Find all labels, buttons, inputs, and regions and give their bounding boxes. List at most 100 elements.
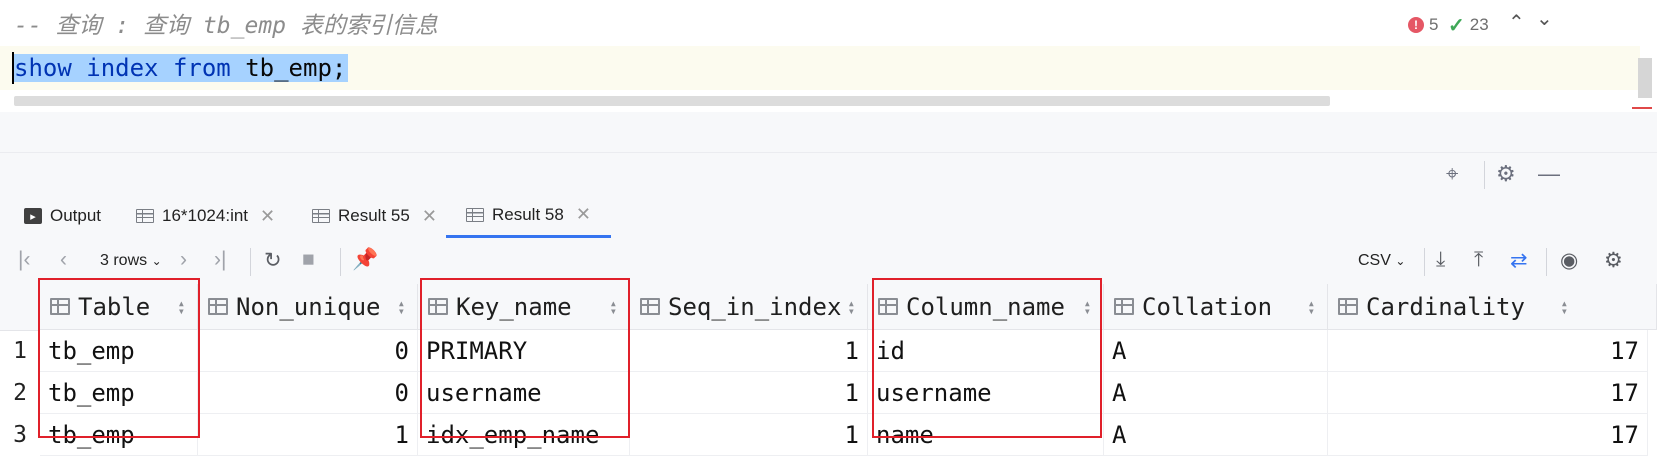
table-cell[interactable]: tb_emp	[40, 330, 198, 372]
table-cell[interactable]: idx_emp_name	[418, 414, 630, 456]
sql-editor[interactable]: -- 查询 : 查询 tb_emp 表的索引信息 show index from…	[0, 0, 1657, 112]
column-header-column-name[interactable]: Column_name ▴ ▾	[868, 284, 1104, 330]
tab-result-55[interactable]: Result 55 ✕	[312, 194, 437, 238]
previous-page-icon[interactable]: ‹	[60, 248, 67, 272]
table-cell[interactable]: 1	[630, 414, 868, 456]
column-header-non-unique[interactable]: Non_unique ▴ ▾	[198, 284, 418, 330]
sort-icon[interactable]: ▴ ▾	[1561, 297, 1568, 317]
gear-icon[interactable]: ⚙	[1496, 161, 1516, 187]
first-page-icon[interactable]: |‹	[18, 248, 30, 272]
column-header-label: Table	[78, 292, 151, 321]
column-header-seq-in-index[interactable]: Seq_in_index ▴ ▾	[630, 284, 868, 330]
warning-count: 23	[1469, 15, 1489, 34]
export-format-label: CSV	[1358, 252, 1391, 269]
table-icon	[136, 209, 154, 223]
table-cell[interactable]: 0	[198, 372, 418, 414]
pin-icon[interactable]: 📌	[352, 248, 378, 272]
table-cell[interactable]: username	[418, 372, 630, 414]
settings-gear-icon[interactable]: ⚙	[1604, 248, 1623, 273]
sort-icon[interactable]: ▴ ▾	[610, 297, 617, 317]
tab-output[interactable]: ▸ Output	[24, 194, 101, 238]
column-header-collation[interactable]: Collation ▴ ▾	[1104, 284, 1328, 330]
error-stripe-mark[interactable]	[1632, 107, 1652, 109]
result-grid: Table ▴ ▾ Non_unique ▴ ▾ Key_name ▴ ▾ Seq_in_i…	[0, 278, 1657, 472]
table-cell[interactable]: 0	[198, 330, 418, 372]
export-format-dropdown[interactable]: CSV ⌄	[1358, 252, 1405, 270]
table-cell[interactable]: tb_emp	[40, 372, 198, 414]
tab-16x1024-int[interactable]: 16*1024:int ✕	[136, 194, 275, 238]
rows-count-dropdown[interactable]: 3 rows ⌄	[100, 252, 162, 270]
refresh-icon[interactable]: ↻	[264, 248, 282, 273]
compare-icon[interactable]: ⇄	[1510, 248, 1528, 273]
column-header-label: Column_name	[906, 292, 1065, 321]
sort-icon[interactable]: ▴ ▾	[848, 297, 855, 317]
services-toolbar: ⌖ ⚙ —	[0, 152, 1657, 195]
table-cell[interactable]: A	[1104, 372, 1328, 414]
table-cell[interactable]: 17	[1328, 414, 1648, 456]
table-cell[interactable]: id	[868, 330, 1104, 372]
table-cell[interactable]: 17	[1328, 330, 1648, 372]
table-cell[interactable]: 17	[1328, 372, 1648, 414]
table-cell[interactable]: A	[1104, 414, 1328, 456]
sort-icon[interactable]: ▴ ▾	[398, 297, 405, 317]
tab-label: Result 58	[492, 204, 564, 224]
table-cell[interactable]: username	[868, 372, 1104, 414]
table-cell[interactable]: PRIMARY	[418, 330, 630, 372]
keyword-index: index	[86, 54, 159, 82]
table-cell[interactable]: name	[868, 414, 1104, 456]
error-indicator[interactable]: ! 5	[1408, 12, 1438, 38]
grid-toolbar: |‹ ‹ 3 rows ⌄ › ›| ↻ ■ 📌 CSV ⌄ ⤓ ⤒ ⇄ ◉ ⚙	[0, 238, 1657, 285]
panel-divider[interactable]	[0, 112, 1657, 152]
error-count: 5	[1429, 15, 1439, 34]
sort-icon[interactable]: ▴ ▾	[1308, 297, 1315, 317]
column-header-label: Non_unique	[236, 292, 381, 321]
row-number-header	[0, 284, 40, 331]
vertical-scrollbar[interactable]	[1638, 58, 1652, 98]
last-page-icon[interactable]: ›|	[214, 248, 226, 272]
upload-icon[interactable]: ⤒	[1474, 248, 1483, 272]
column-header-label: Key_name	[456, 292, 572, 321]
table-cell[interactable]: 1	[630, 330, 868, 372]
warning-indicator[interactable]: ✓ 23	[1448, 12, 1489, 38]
sql-comment: -- 查询 : 查询 tb_emp 表的索引信息	[14, 13, 438, 39]
rows-count-label: 3 rows	[100, 252, 148, 269]
table-cell[interactable]: A	[1104, 330, 1328, 372]
next-highlight-chevron-down-icon[interactable]: ⌄	[1536, 6, 1553, 31]
check-icon: ✓	[1448, 14, 1465, 37]
tab-result-58[interactable]: Result 58 ✕	[446, 194, 611, 238]
table-cell[interactable]: 1	[630, 372, 868, 414]
stop-icon[interactable]: ■	[302, 248, 315, 272]
row-number: 3	[13, 422, 27, 448]
column-header-table[interactable]: Table ▴ ▾	[40, 284, 198, 330]
column-icon	[428, 298, 448, 315]
close-icon[interactable]: ✕	[422, 206, 437, 227]
table-cell[interactable]: tb_emp	[40, 414, 198, 456]
sort-icon[interactable]: ▴ ▾	[1084, 297, 1091, 317]
result-tabs: ▸ Output 16*1024:int ✕ Result 55 ✕ Resul…	[0, 194, 1657, 239]
column-header-cardinality[interactable]: Cardinality ▴ ▾	[1328, 284, 1657, 330]
keyword-from: from	[172, 54, 231, 82]
tab-label: Output	[50, 206, 102, 225]
minimize-icon[interactable]: —	[1538, 161, 1560, 187]
close-icon[interactable]: ✕	[260, 206, 275, 227]
toolbar-separator	[1424, 248, 1425, 276]
view-eye-icon[interactable]: ◉	[1560, 248, 1578, 273]
sort-icon[interactable]: ▴ ▾	[178, 297, 185, 317]
selected-text: show index from tb_emp;	[12, 54, 349, 82]
column-icon	[208, 298, 228, 315]
column-icon	[878, 298, 898, 315]
crosshair-icon[interactable]: ⌖	[1446, 161, 1458, 187]
close-icon[interactable]: ✕	[576, 204, 591, 225]
horizontal-scrollbar[interactable]	[14, 96, 1330, 106]
table-icon	[466, 207, 484, 222]
toolbar-separator	[1484, 161, 1485, 189]
toolbar-separator	[340, 248, 341, 276]
row-number: 1	[13, 338, 27, 364]
next-page-icon[interactable]: ›	[180, 248, 187, 272]
sql-statement[interactable]: show index from tb_emp;	[12, 50, 349, 86]
table-cell[interactable]: 1	[198, 414, 418, 456]
statement-terminator: ;	[331, 54, 347, 82]
column-header-key-name[interactable]: Key_name ▴ ▾	[418, 284, 630, 330]
download-icon[interactable]: ⤓	[1436, 248, 1445, 272]
previous-highlight-chevron-up-icon[interactable]: ⌃	[1508, 10, 1525, 35]
